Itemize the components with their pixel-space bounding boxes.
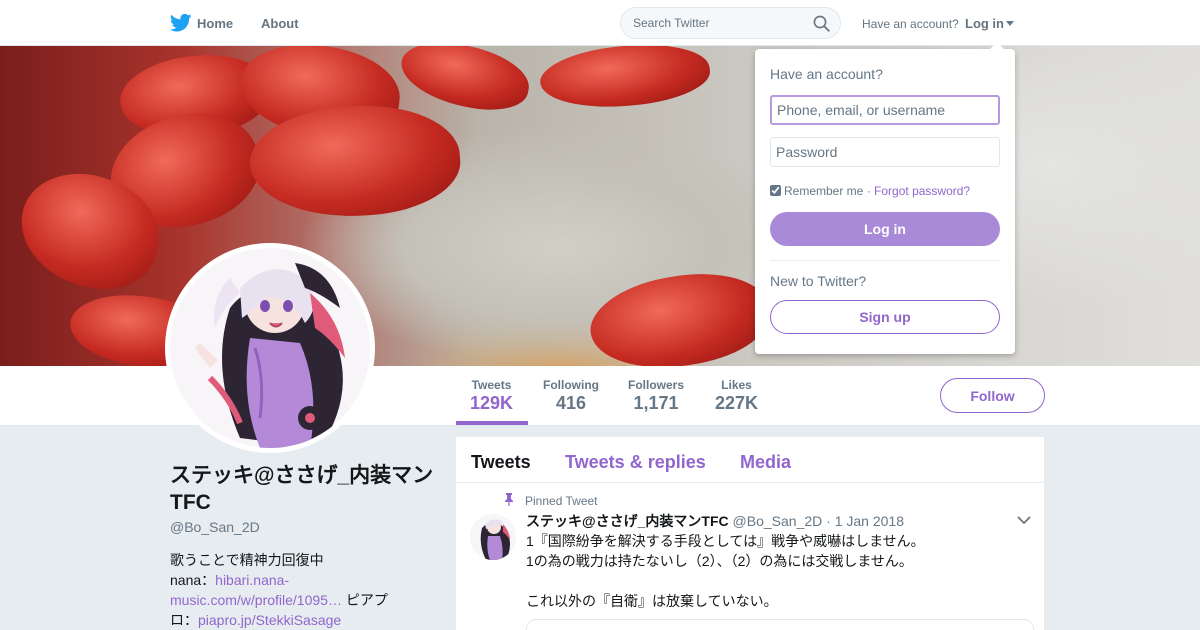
- nav-about-link[interactable]: About: [261, 16, 299, 31]
- login-button[interactable]: Log in: [770, 212, 1000, 246]
- bio-piapro-link[interactable]: piapro.jp/StekkiSasage: [198, 612, 341, 628]
- stat-label[interactable]: Following: [543, 378, 599, 392]
- banner-strawberry: [583, 261, 777, 366]
- forgot-password-link[interactable]: Forgot password?: [874, 184, 970, 198]
- profile-bio: 歌うことで精神力回復中 nana：hibari.nana-music.com/w…: [170, 550, 410, 630]
- stat-following[interactable]: Following 416: [543, 378, 599, 414]
- banner-strawberry: [537, 46, 713, 115]
- dropdown-heading: Have an account?: [770, 66, 883, 82]
- timeline: Tweets Tweets & replies Media Pinned Twe…: [456, 437, 1044, 630]
- timeline-tabs: Tweets Tweets & replies Media: [456, 437, 1044, 483]
- stat-likes[interactable]: Likes 227K: [715, 378, 758, 414]
- bio-nana-prefix: nana：: [170, 572, 216, 588]
- remember-me-row: Remember me · Forgot password?: [770, 184, 970, 198]
- login-toggle-label[interactable]: Log in: [965, 16, 1004, 31]
- dropdown-caret: [989, 42, 1005, 50]
- stat-label[interactable]: Followers: [628, 378, 684, 392]
- dropdown-divider: [770, 260, 1000, 261]
- username-field[interactable]: [770, 95, 1000, 125]
- tweet-separator: ·: [826, 513, 831, 529]
- stat-value[interactable]: 1,171: [628, 393, 684, 414]
- chevron-down-icon[interactable]: [1017, 516, 1031, 525]
- avatar-illustration: [170, 248, 370, 448]
- bio-line: 歌うことで精神力回復中: [170, 552, 324, 568]
- top-navigation-bar: Home About Have an account? Log in: [0, 0, 1200, 46]
- stat-tweets[interactable]: Tweets 129K: [470, 378, 513, 414]
- remember-me-label[interactable]: Remember me: [784, 184, 863, 198]
- tweet-text-line: 1『国際紛争を解決する手段としては』戦争や威嚇はしません。: [526, 533, 925, 549]
- tweet-text-line: これ以外の『自衛』は放棄していない。: [526, 593, 778, 609]
- banner-strawberry: [395, 46, 535, 119]
- stat-label[interactable]: Likes: [715, 378, 758, 392]
- signup-button[interactable]: Sign up: [770, 300, 1000, 334]
- tweet-author-handle[interactable]: @Bo_San_2D: [733, 513, 823, 529]
- login-dropdown: Have an account? Remember me · Forgot pa…: [755, 49, 1015, 354]
- remember-me-checkbox[interactable]: [770, 185, 781, 196]
- active-stat-underline: [456, 421, 528, 425]
- profile-avatar[interactable]: [165, 243, 375, 453]
- login-dropdown-toggle[interactable]: Log in: [965, 16, 1014, 31]
- nav-home-link[interactable]: Home: [197, 16, 233, 31]
- search-icon[interactable]: [813, 15, 830, 32]
- pin-icon: [505, 493, 513, 506]
- remember-separator: ·: [866, 184, 871, 198]
- pinned-tweet-label: Pinned Tweet: [525, 494, 598, 508]
- twitter-bird-icon[interactable]: [170, 13, 192, 33]
- tweet-quote-card[interactable]: [526, 619, 1034, 630]
- new-to-twitter-text: New to Twitter?: [770, 273, 867, 289]
- tweet-text-spacer: [526, 571, 925, 591]
- tweet-text-line: 1の為の戦力は持たないし（2）、（2）の為には交戦しません。: [526, 553, 913, 569]
- search-box[interactable]: [620, 7, 841, 39]
- follow-button[interactable]: Follow: [940, 378, 1045, 413]
- password-field[interactable]: [770, 137, 1000, 167]
- stat-value[interactable]: 416: [543, 393, 599, 414]
- stat-value[interactable]: 227K: [715, 393, 758, 414]
- tweet-header: ステッキ@ささげ_内装マンTFC @Bo_San_2D · 1 Jan 2018: [526, 511, 904, 531]
- tweet-avatar-illustration: [470, 514, 516, 560]
- profile-handle[interactable]: @Bo_San_2D: [170, 519, 260, 535]
- search-input[interactable]: [633, 16, 803, 30]
- tab-tweets[interactable]: Tweets: [471, 452, 531, 473]
- tweet-author-name[interactable]: ステッキ@ささげ_内装マンTFC: [526, 513, 729, 529]
- tweet-date[interactable]: 1 Jan 2018: [835, 513, 904, 529]
- tab-tweets-and-replies[interactable]: Tweets & replies: [565, 452, 706, 473]
- tab-media[interactable]: Media: [740, 452, 791, 473]
- profile-name: ステッキ@ささげ_内装マンTFC: [170, 464, 434, 514]
- tweet-avatar[interactable]: [470, 514, 516, 560]
- have-account-text: Have an account?: [862, 17, 959, 31]
- pinned-tweet[interactable]: Pinned Tweet ステッキ@ささげ_内装マンTFC @Bo_San_2D…: [456, 483, 1044, 630]
- stat-label[interactable]: Tweets: [470, 378, 513, 392]
- bio-links: nana：hibari.nana-music.com/w/profile/109…: [170, 570, 410, 630]
- stat-value[interactable]: 129K: [470, 393, 513, 414]
- stat-followers[interactable]: Followers 1,171: [628, 378, 684, 414]
- caret-down-icon[interactable]: [1006, 21, 1014, 26]
- tweet-text: 1『国際紛争を解決する手段としては』戦争や威嚇はしません。 1の為の戦力は持たな…: [526, 531, 925, 611]
